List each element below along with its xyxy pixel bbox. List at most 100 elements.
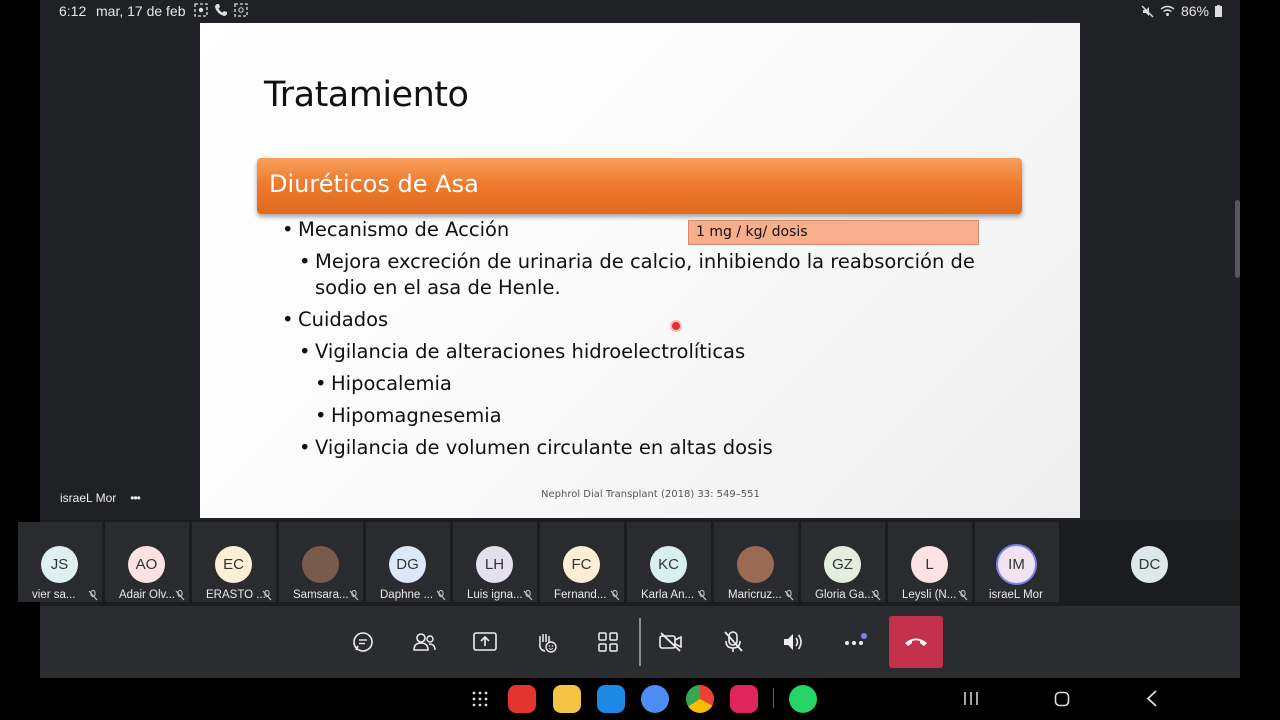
bullet-hypokalemia: • Hipocalemia [315,371,452,397]
dock-divider [773,688,774,708]
speaker-button[interactable] [777,626,809,658]
share-screen-icon [473,632,497,651]
date: mar, 17 de feb [96,3,186,19]
presenter-label: israeL Mor ••• [60,491,141,505]
grid-icon [598,632,618,652]
bullet-text: Vigilancia de alteraciones hidroelectrol… [315,340,746,363]
reactions-button[interactable] [530,626,562,658]
share-screen-button[interactable] [469,626,501,658]
participant-tile[interactable]: EC ERASTO ... [192,522,276,602]
avatar: LH [476,546,513,583]
bullet-marker: • [282,308,294,331]
leave-call-button[interactable] [889,616,943,668]
participant-tile[interactable]: LH Luis igna... [453,522,537,602]
wifi-icon [1160,5,1175,16]
whatsapp-app-icon[interactable] [789,685,817,713]
muted-mic-icon [175,590,185,601]
notification-icons [194,3,248,17]
avatar: DG [389,546,426,583]
participant-tile[interactable]: JS vier sa... [18,522,102,602]
chrome-app-icon[interactable] [686,685,714,713]
muted-mic-icon [523,590,533,601]
muted-mic-icon [88,590,98,601]
screen-record-icon [194,3,208,17]
bullet-mechanism-detail: • Mejora excreción de urinaria de calcio… [299,249,975,275]
participant-tile[interactable]: Maricruz... [714,522,798,602]
participant-tile[interactable]: L Leysli (N... [888,522,972,602]
shared-slide: Tratamiento Diuréticos de Asa 1 mg / kg/… [200,23,1080,518]
camera-toggle-button[interactable] [655,626,687,658]
bullet-marker: • [315,404,327,427]
battery-icon [1215,5,1222,17]
participant-tile[interactable]: KC Karla An... [627,522,711,602]
chat-button[interactable] [347,626,379,658]
more-options-button[interactable] [838,626,870,658]
clock: 6:12 [59,3,87,19]
participant-tile[interactable]: Samsara... [279,522,363,602]
participants-button[interactable] [408,626,440,658]
slide-title: Tratamiento [264,75,469,115]
chat-icon [353,632,373,652]
presenter-more-button[interactable]: ••• [130,491,141,505]
muted-mic-icon [262,590,272,601]
app-drawer-icon[interactable] [472,691,488,707]
back-icon[interactable] [1146,690,1158,707]
presenter-name: israeL Mor [60,491,117,505]
participant-tile[interactable]: AO Adair Olv... [105,522,189,602]
dose-callout: 1 mg / kg/ dosis [688,220,979,245]
camera-off-icon [659,632,682,652]
hang-up-icon [905,638,927,646]
bullet-text: Hipocalemia [331,372,452,395]
view-button[interactable] [592,626,624,658]
speaker-icon [784,634,802,650]
avatar: AO [128,546,165,583]
avatar: IM [998,546,1035,583]
section-title: Diuréticos de Asa [269,170,479,198]
recent-apps-icon[interactable] [963,691,979,706]
bullet-text: Mecanismo de Acción [298,218,510,241]
toolbar-divider [639,618,641,666]
notes-app-icon[interactable] [508,685,536,713]
avatar [302,546,339,583]
home-icon[interactable] [1054,691,1070,707]
avatar[interactable]: DC [1131,546,1168,583]
muted-mic-icon [871,590,881,601]
bullet-mechanism: • Mecanismo de Acción [282,217,510,243]
bullet-care: • Cuidados [282,307,388,333]
slide-citation: Nephrol Dial Transplant (2018) 33: 549–5… [541,489,760,500]
avatar: KC [650,546,687,583]
participant-tile[interactable]: FC Fernand... [540,522,624,602]
system-navigation-bar [0,678,1280,720]
bullet-marker: • [282,218,294,241]
bullet-mechanism-detail-continued: sodio en el asa de Henle. [315,275,561,301]
bullet-text: sodio en el asa de Henle. [315,276,561,299]
scrollbar[interactable] [1235,200,1240,278]
bullet-text: Vigilancia de volumen circulante en alta… [315,436,773,459]
bullet-text: Hipomagnesemia [331,404,502,427]
phone-icon [215,4,227,16]
battery-level: 86% [1180,3,1209,19]
files-app-icon[interactable] [553,685,581,713]
messages-app-icon[interactable] [641,685,669,713]
bullet-marker: • [299,340,311,363]
participant-tile[interactable]: DG Daphne ... [366,522,450,602]
avatar [737,546,774,583]
more-icon [845,633,867,645]
calendar-app-icon[interactable] [597,685,625,713]
bullet-text: Mejora excreción de urinaria de calcio, … [315,250,975,273]
status-bar: 6:12 mar, 17 de feb 86% [40,0,1240,22]
bullet-hypomagnesemia: • Hipomagnesemia [315,403,502,429]
participant-tile[interactable]: IM israeL Mor [975,522,1059,602]
system-tray: 86% [1141,3,1222,19]
mic-toggle-button[interactable] [717,626,749,658]
avatar: L [911,546,948,583]
camera-app-icon[interactable] [730,685,758,713]
muted-mic-icon [697,590,707,601]
participant-strip: JS vier sa... AO Adair Olv... EC ERASTO ... Sa… [18,520,1240,606]
laser-pointer [672,322,680,330]
screenshot-icon [234,3,248,17]
participant-tile[interactable]: GZ Gloria Ga... [801,522,885,602]
avatar: EC [215,546,252,583]
raise-hand-icon [539,634,557,653]
muted-mic-icon [349,590,359,601]
